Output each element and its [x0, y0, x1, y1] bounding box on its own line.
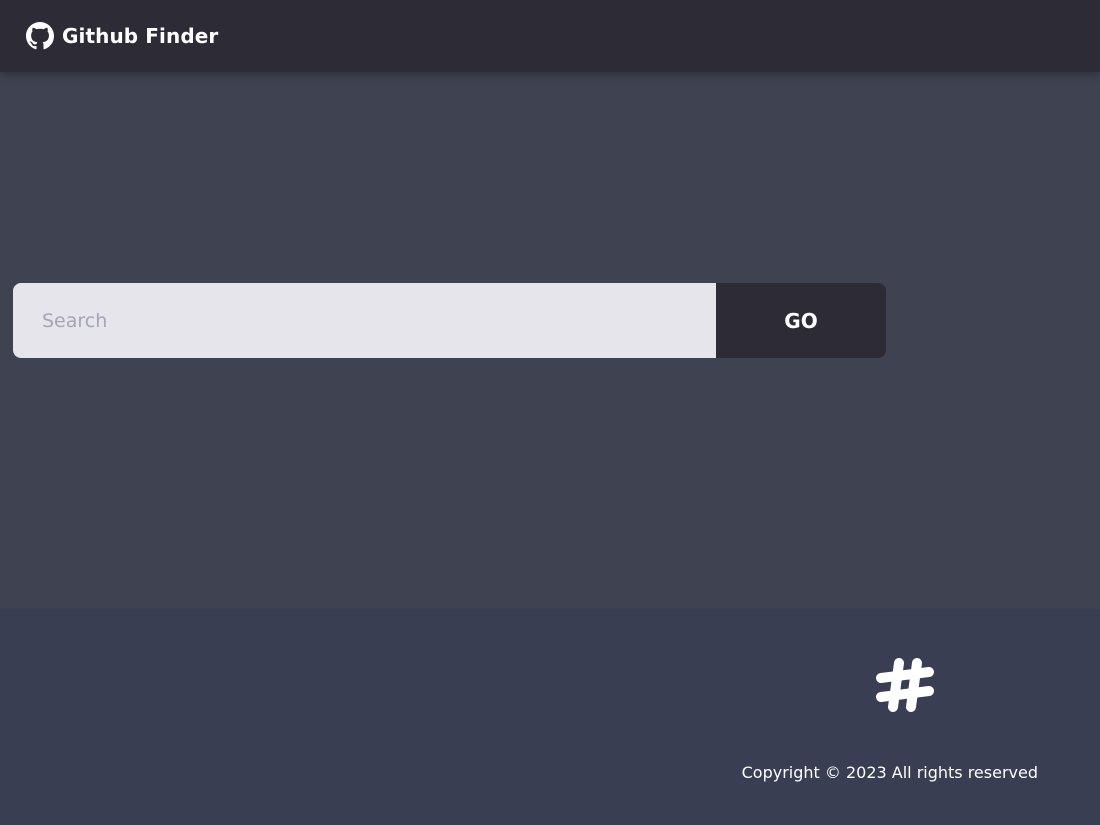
hashtag-icon [873, 653, 937, 717]
navbar: Github Finder [0, 0, 1100, 72]
github-icon [26, 22, 54, 50]
main-content: GO [0, 72, 1100, 609]
search-input[interactable] [13, 283, 716, 358]
footer: Copyright © 2023 All rights reserved [0, 609, 1100, 825]
search-form: GO [13, 283, 886, 358]
app-title: Github Finder [62, 24, 219, 48]
brand-link[interactable]: Github Finder [26, 22, 218, 50]
copyright-text: Copyright © 2023 All rights reserved [741, 763, 1038, 782]
go-button[interactable]: GO [716, 283, 886, 358]
